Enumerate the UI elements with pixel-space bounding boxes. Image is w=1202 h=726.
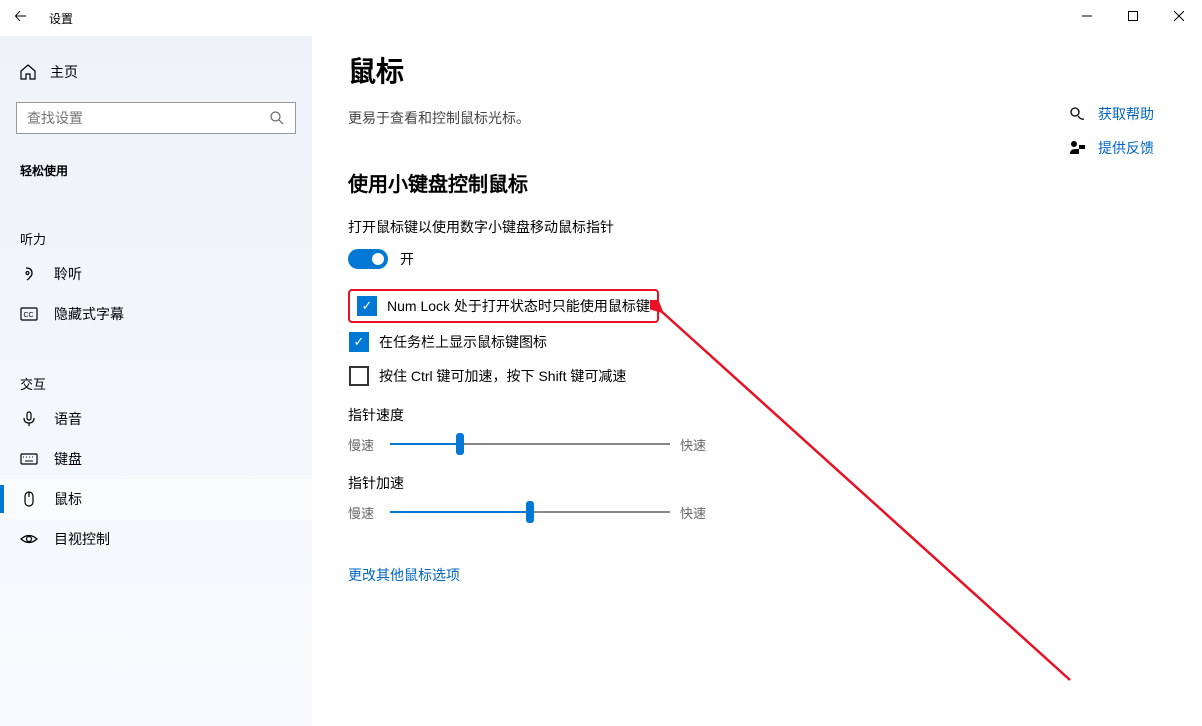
link-get-help-label: 获取帮助 (1098, 104, 1154, 124)
microphone-icon (20, 410, 38, 428)
link-more-mouse-options[interactable]: 更改其他鼠标选项 (348, 565, 460, 585)
section-hearing-label: 听力 (0, 223, 312, 254)
checkbox-icon (357, 296, 377, 316)
ear-icon (20, 265, 38, 283)
right-panel: 获取帮助 提供反馈 (1068, 104, 1154, 158)
section-interaction-label: 交互 (0, 368, 312, 399)
keyboard-icon (20, 450, 38, 468)
sidebar-item-label: 隐藏式字幕 (54, 304, 124, 324)
sidebar: 主页 轻松使用 听力 聆听 CC 隐藏式字幕 交互 语音 键盘 鼠标 目视控制 (0, 36, 312, 726)
slider-accel-max: 快速 (680, 503, 712, 522)
checkbox-numlock-label: Num Lock 处于打开状态时只能使用鼠标键 (387, 296, 650, 316)
toggle-state-label: 开 (400, 249, 414, 269)
checkbox-icon (349, 332, 369, 352)
toggle-description: 打开鼠标键以使用数字小键盘移动鼠标指针 (348, 217, 1178, 237)
maximize-button[interactable] (1110, 0, 1156, 32)
slider-accel-label: 指针加速 (348, 473, 1178, 493)
sidebar-item-mouse[interactable]: 鼠标 (0, 479, 312, 519)
sidebar-item-eye[interactable]: 目视控制 (0, 519, 312, 559)
titlebar: 🡠 设置 (0, 0, 1202, 36)
checkbox-numlock[interactable]: Num Lock 处于打开状态时只能使用鼠标键 (356, 295, 651, 317)
close-button[interactable] (1156, 0, 1202, 32)
mouse-icon (20, 490, 38, 508)
sidebar-home-label: 主页 (50, 62, 78, 82)
checkbox-taskbar[interactable]: 在任务栏上显示鼠标键图标 (348, 331, 1178, 353)
sidebar-item-speech[interactable]: 语音 (0, 399, 312, 439)
eye-icon (20, 530, 38, 548)
sidebar-item-label: 聆听 (54, 264, 82, 284)
slider-speed-label: 指针速度 (348, 405, 1178, 425)
link-feedback[interactable]: 提供反馈 (1068, 138, 1154, 158)
checkbox-ctrl-label: 按住 Ctrl 键可加速，按下 Shift 键可减速 (379, 366, 626, 386)
sidebar-home[interactable]: 主页 (0, 54, 312, 90)
slider-speed-max: 快速 (680, 435, 712, 454)
help-icon (1068, 105, 1086, 123)
checkbox-ctrl-shift[interactable]: 按住 Ctrl 键可加速，按下 Shift 键可减速 (348, 365, 1178, 387)
slider-speed[interactable] (390, 433, 670, 455)
slider-accel[interactable] (390, 501, 670, 523)
feedback-icon (1068, 139, 1086, 157)
mouse-keys-toggle[interactable] (348, 249, 388, 269)
highlight-annotation: Num Lock 处于打开状态时只能使用鼠标键 (348, 289, 659, 323)
link-get-help[interactable]: 获取帮助 (1068, 104, 1154, 124)
slider-accel-min: 慢速 (348, 503, 380, 522)
search-input[interactable] (27, 110, 269, 126)
sidebar-item-label: 键盘 (54, 449, 82, 469)
link-feedback-label: 提供反馈 (1098, 138, 1154, 158)
sidebar-category-label: 轻松使用 (0, 152, 312, 189)
svg-text:CC: CC (24, 312, 34, 319)
page-subtitle: 更易于查看和控制鼠标光标。 (348, 108, 1178, 128)
sidebar-item-keyboard[interactable]: 键盘 (0, 439, 312, 479)
sidebar-item-captions[interactable]: CC 隐藏式字幕 (0, 294, 312, 334)
minimize-button[interactable] (1064, 0, 1110, 32)
captions-icon: CC (20, 305, 38, 323)
checkbox-icon (349, 366, 369, 386)
home-icon (20, 64, 36, 80)
sidebar-item-label: 目视控制 (54, 529, 110, 549)
back-button[interactable]: 🡠 (14, 5, 27, 32)
slider-speed-min: 慢速 (348, 435, 380, 454)
search-box[interactable] (16, 102, 296, 134)
section-title: 使用小键盘控制鼠标 (348, 168, 1178, 197)
checkbox-taskbar-label: 在任务栏上显示鼠标键图标 (379, 332, 547, 352)
sidebar-item-hearing[interactable]: 聆听 (0, 254, 312, 294)
window-title: 设置 (49, 10, 73, 27)
search-icon (269, 110, 285, 126)
sidebar-item-label: 鼠标 (54, 489, 82, 509)
page-title: 鼠标 (348, 50, 1178, 90)
sidebar-item-label: 语音 (54, 409, 82, 429)
